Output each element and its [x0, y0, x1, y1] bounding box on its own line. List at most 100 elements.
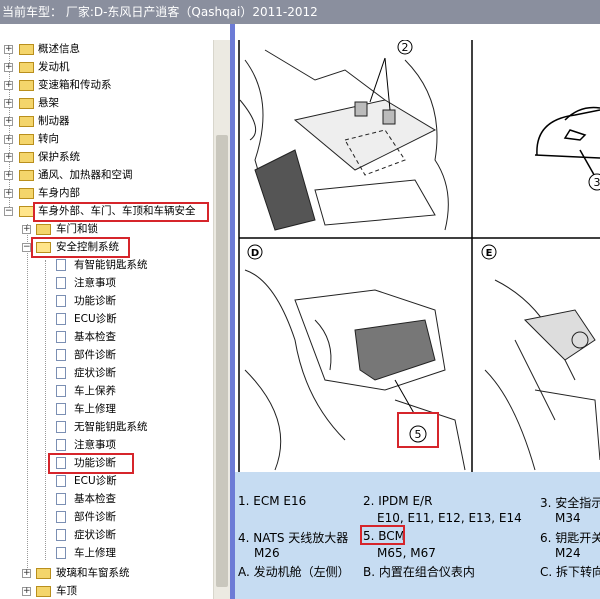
tree-item-label: 车顶 [56, 585, 77, 597]
folder-icon [19, 170, 34, 181]
component-location-diagram: 2 3 D 5 E [235, 40, 600, 472]
document-icon [56, 511, 66, 523]
tree-item-label: 通风、加热器和空调 [38, 169, 133, 181]
legend-item: M24 [555, 546, 581, 560]
expand-icon[interactable]: + [4, 171, 13, 180]
tree-item-label: 转向 [38, 133, 59, 145]
expand-icon[interactable]: + [4, 81, 13, 90]
expand-icon[interactable]: + [22, 225, 31, 234]
legend-item: B. 内置在组合仪表内 [363, 565, 475, 579]
collapse-icon[interactable]: − [4, 207, 13, 216]
highlight-box [360, 525, 405, 545]
folder-icon [36, 586, 51, 597]
expand-icon[interactable]: + [4, 189, 13, 198]
legend-item: M26 [254, 546, 280, 560]
legend-item: 3. 安全指示 [540, 496, 600, 510]
tree-item-label: 注意事项 [74, 277, 116, 289]
tree-item-label: 部件诊断 [74, 349, 116, 361]
tree-item-label: 车上修理 [74, 547, 116, 559]
tree-item-label: 注意事项 [74, 439, 116, 451]
document-icon [56, 349, 66, 361]
tree-item-label: 车上修理 [74, 403, 116, 415]
content-pane: 2 3 D 5 E 1. ECM E16 2. IPDM E/R E10, E1… [235, 40, 600, 599]
tree-item-label: 悬架 [38, 97, 59, 109]
tree-item-label: 车门和锁 [56, 223, 98, 235]
tree-item-label: ECU诊断 [74, 475, 117, 487]
legend-item: 1. ECM E16 [238, 494, 307, 508]
document-icon [56, 367, 66, 379]
tree-item-label: 变速箱和传动系 [38, 79, 112, 91]
tree-item-label: 无智能钥匙系统 [74, 421, 148, 433]
document-icon [56, 277, 66, 289]
folder-icon [19, 80, 34, 91]
legend-item: C. 拆下转向 [540, 565, 600, 579]
tree-item-label: 基本检查 [74, 331, 116, 343]
tree-item-label: 症状诊断 [74, 529, 116, 541]
folder-open-icon [19, 206, 34, 217]
folder-icon [19, 44, 34, 55]
tree-item-label: ECU诊断 [74, 313, 117, 325]
document-icon [56, 259, 66, 271]
expand-icon[interactable]: + [22, 569, 31, 578]
folder-icon [19, 62, 34, 73]
tree-item-label: 功能诊断 [74, 295, 116, 307]
document-icon [56, 421, 66, 433]
callout-3: 3 [594, 176, 600, 189]
legend-item: A. 发动机舱（左侧） [238, 565, 350, 579]
document-icon [56, 547, 66, 559]
tree-item-label: 玻璃和车窗系统 [56, 567, 130, 579]
navigation-tree[interactable]: + 概述信息 + 发动机 + 变速箱和传动系 + 悬架 + 制动器 + 转向 +… [0, 40, 230, 599]
document-icon [56, 493, 66, 505]
expand-icon[interactable]: + [4, 63, 13, 72]
legend-item: 6. 钥匙开关 [540, 531, 600, 545]
document-icon [56, 385, 66, 397]
highlight-box [31, 237, 130, 258]
tree-item-label: 车身内部 [38, 187, 80, 199]
expand-icon[interactable]: + [4, 117, 13, 126]
window-title: 当前车型： 厂家:D-东风日产逍客（Qashqai）2011-2012 [0, 0, 600, 24]
legend-item: 4. NATS 天线放大器 [238, 531, 349, 545]
expand-icon[interactable]: + [4, 153, 13, 162]
expand-icon[interactable]: + [4, 135, 13, 144]
panel-label-d: D [251, 248, 259, 259]
legend-item: 2. IPDM E/R [363, 494, 433, 508]
scrollbar-thumb[interactable] [216, 135, 228, 587]
tree-item-label: 症状诊断 [74, 367, 116, 379]
document-icon [56, 313, 66, 325]
legend-panel: 1. ECM E16 2. IPDM E/R E10, E11, E12, E1… [235, 472, 600, 599]
document-icon [56, 331, 66, 343]
panel-label-e: E [486, 248, 493, 259]
legend-item: M65, M67 [377, 546, 436, 560]
legend-item: M34 [555, 511, 581, 525]
callout-5: 5 [415, 428, 422, 441]
expand-icon[interactable]: + [4, 99, 13, 108]
expand-icon[interactable]: + [4, 45, 13, 54]
tree-item-label: 部件诊断 [74, 511, 116, 523]
document-icon [56, 295, 66, 307]
folder-icon [19, 98, 34, 109]
highlight-box [48, 453, 134, 474]
document-icon [56, 403, 66, 415]
tree-item-label: 制动器 [38, 115, 70, 127]
tree-scrollbar[interactable] [213, 40, 230, 599]
tree-item-label: 概述信息 [38, 43, 80, 55]
folder-icon [19, 152, 34, 163]
tree-item-label: 基本检查 [74, 493, 116, 505]
tree-item-label: 保护系统 [38, 151, 80, 163]
document-icon [56, 529, 66, 541]
tree-item-label: 有智能钥匙系统 [74, 259, 148, 271]
folder-icon [36, 568, 51, 579]
expand-icon[interactable]: + [22, 587, 31, 596]
legend-item: E10, E11, E12, E13, E14 [377, 511, 522, 525]
document-icon [56, 475, 66, 487]
collapse-icon[interactable]: − [22, 243, 31, 252]
folder-icon [19, 188, 34, 199]
callout-2: 2 [402, 41, 409, 54]
folder-icon [19, 134, 34, 145]
tree-item-label: 车上保养 [74, 385, 116, 397]
highlight-box [33, 202, 209, 222]
document-icon [56, 439, 66, 451]
folder-icon [19, 116, 34, 127]
tree-item-label: 发动机 [38, 61, 70, 73]
folder-icon [36, 224, 51, 235]
